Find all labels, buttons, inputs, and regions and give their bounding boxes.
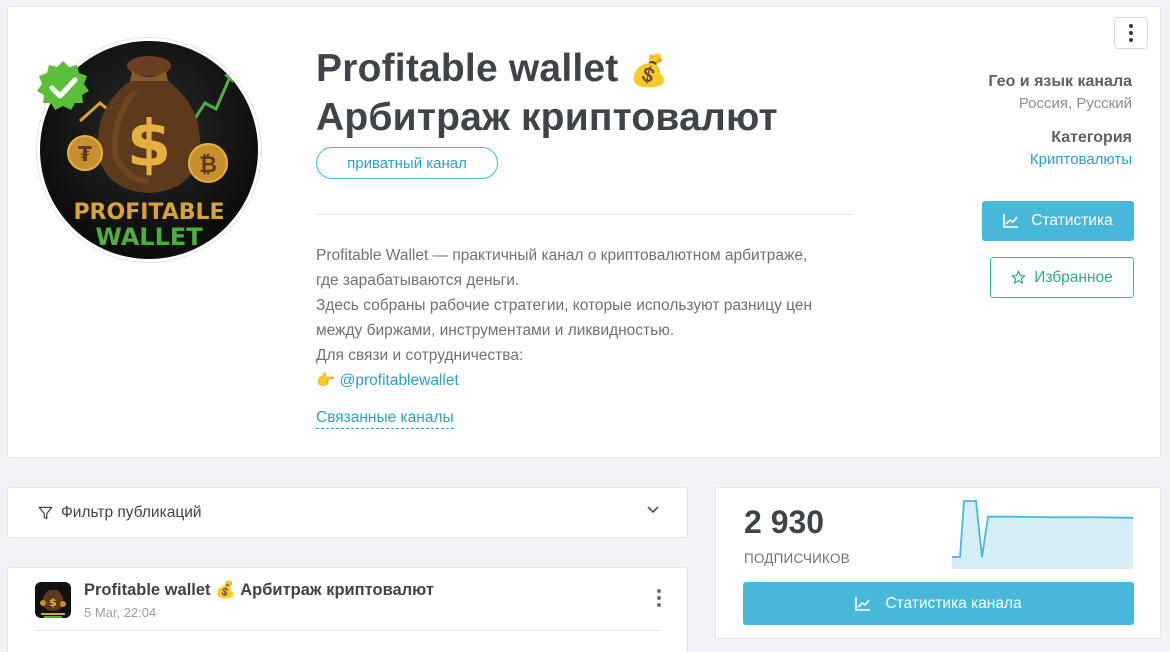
post-avatar: $	[35, 582, 71, 618]
star-icon	[1011, 270, 1026, 284]
divider	[35, 630, 662, 631]
chart-line-icon	[855, 596, 871, 611]
post-options-button[interactable]	[657, 589, 661, 607]
post-timestamp: 5 Mar, 22:04	[84, 605, 157, 620]
channel-statistics-button[interactable]: Статистика канала	[743, 582, 1134, 625]
description-line: где зарабатываются деньги.	[316, 272, 520, 289]
divider	[316, 214, 853, 215]
kebab-icon	[1129, 24, 1133, 42]
private-channel-badge: приватный канал	[316, 147, 498, 179]
category-label: Категория	[1051, 129, 1132, 146]
description-line: Для связи и сотрудничества:	[316, 347, 524, 364]
chevron-down-icon	[647, 506, 659, 514]
favorite-button[interactable]: Избранное	[990, 257, 1134, 298]
publication-filter[interactable]: Фильтр публикаций	[7, 487, 688, 538]
channel-title: Profitable wallet 💰 Арбитраж криптовалют	[316, 45, 778, 141]
geo-language-info: Гео и язык канала Россия, Русский	[988, 73, 1132, 112]
more-options-button[interactable]	[1114, 17, 1148, 49]
contact-link[interactable]: @profitablewallet	[340, 372, 459, 389]
title-line-1: Profitable wallet	[316, 47, 619, 90]
chart-line-icon	[1003, 214, 1019, 228]
geo-value: Россия, Русский	[1018, 95, 1132, 112]
svg-text:₮: ₮	[78, 142, 92, 166]
description-line: Здесь собраны рабочие стратегии, которые…	[316, 297, 813, 314]
description-line: Profitable Wallet — практичный канал о к…	[316, 247, 808, 264]
logo-text-1: PROFITABLE	[73, 200, 224, 225]
logo-text-2: WALLET	[95, 223, 203, 251]
subscribers-card: 2 930 ПОДПИСЧИКОВ Статистика канала	[715, 487, 1161, 639]
channel-description: Profitable Wallet — практичный канал о к…	[316, 243, 856, 393]
statistics-button-label: Статистика	[1031, 212, 1113, 229]
category-link[interactable]: Криптовалюты	[1030, 151, 1132, 168]
svg-text:$: $	[49, 596, 57, 609]
post-card: $ Profitable wallet 💰 Арбитраж криптовал…	[7, 567, 688, 652]
pointing-hand-emoji: 👉	[316, 372, 336, 389]
svg-text:$: $	[127, 108, 172, 182]
channel-statistics-label: Статистика канала	[885, 594, 1022, 612]
channel-header-card: $ ₮ ₿ PROFITABLE WALLET Profitable walle…	[7, 6, 1161, 458]
geo-label: Гео и язык канала	[988, 73, 1132, 90]
kebab-icon	[657, 589, 661, 607]
favorite-button-label: Избранное	[1034, 268, 1113, 286]
subscriber-label: ПОДПИСЧИКОВ	[744, 551, 850, 566]
contact-line: 👉 @profitablewallet	[316, 368, 856, 393]
verified-badge-icon	[37, 61, 89, 110]
subscriber-sparkline	[952, 500, 1134, 569]
money-bag-emoji: 💰	[629, 53, 669, 88]
svg-text:₿: ₿	[199, 153, 217, 178]
filter-icon	[38, 506, 53, 520]
category-info: Категория Криптовалюты	[1030, 129, 1132, 168]
title-line-2: Арбитраж криптовалют	[316, 96, 778, 139]
post-channel-title[interactable]: Profitable wallet 💰 Арбитраж криптовалют	[84, 581, 434, 600]
subscriber-count: 2 930	[744, 504, 825, 540]
description-line: между биржами, инструментами и ликвиднос…	[316, 322, 675, 339]
statistics-button[interactable]: Статистика	[982, 201, 1134, 241]
filter-label: Фильтр публикаций	[61, 504, 202, 521]
related-channels-link[interactable]: Связанные каналы	[316, 409, 454, 429]
money-bag-logo-image: $	[40, 590, 66, 618]
